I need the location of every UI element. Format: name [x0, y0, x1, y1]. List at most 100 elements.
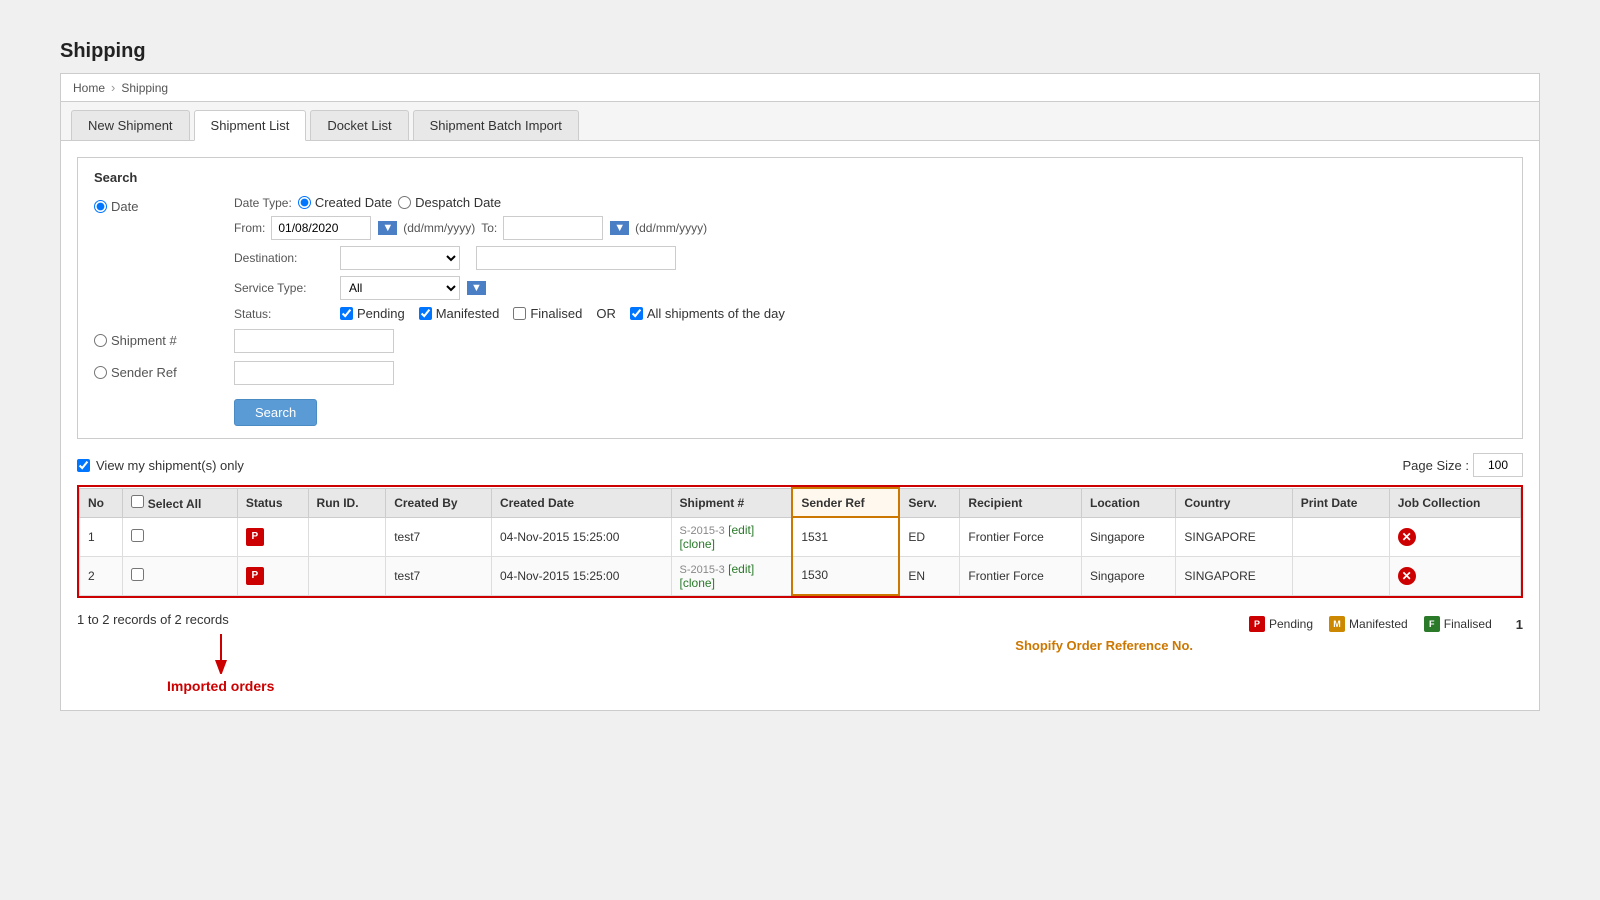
radio-shipment-num[interactable]	[94, 334, 107, 347]
view-options-row: View my shipment(s) only Page Size :	[77, 453, 1523, 477]
edit-link[interactable]: [edit]	[728, 562, 754, 576]
cell-serv: ED	[899, 517, 960, 556]
main-container: New Shipment Shipment List Docket List S…	[60, 101, 1540, 711]
cell-checkbox[interactable]	[123, 517, 237, 556]
legend-pending: P Pending	[1249, 616, 1313, 632]
edit-link[interactable]: [edit]	[728, 523, 754, 537]
cell-serv: EN	[899, 556, 960, 595]
cell-job-collection: ✕	[1389, 556, 1520, 595]
col-shipment-num: Shipment #	[671, 488, 792, 517]
cell-created-date: 04-Nov-2015 15:25:00	[491, 556, 671, 595]
col-country: Country	[1176, 488, 1292, 517]
cell-print-date	[1292, 556, 1389, 595]
sender-ref-input[interactable]	[234, 361, 394, 385]
status-icon: P	[246, 528, 264, 546]
shipment-num-row: Shipment #	[94, 329, 1506, 353]
col-sender-ref: Sender Ref	[792, 488, 899, 517]
table-header-row: No Select All Status Run ID. Created By …	[80, 488, 1521, 517]
legend-pending-icon: P	[1249, 616, 1265, 632]
delete-button[interactable]: ✕	[1398, 528, 1416, 546]
cell-shipment-num: S-2015-3 [edit] [clone]	[671, 556, 792, 595]
shipments-table: No Select All Status Run ID. Created By …	[79, 487, 1521, 596]
cell-country: SINGAPORE	[1176, 517, 1292, 556]
table-row: 2 P test7 04-Nov-2015 15:25:00 S-2015-3 …	[80, 556, 1521, 595]
row-checkbox[interactable]	[131, 529, 144, 542]
status-pending-checkbox[interactable]	[340, 307, 353, 320]
destination-select[interactable]	[340, 246, 460, 270]
cell-recipient: Frontier Force	[960, 517, 1082, 556]
row-checkbox[interactable]	[131, 568, 144, 581]
cell-location: Singapore	[1081, 556, 1175, 595]
date-type-controls: Date Type: Created Date Despatch Date	[234, 195, 785, 210]
date-range-row: From: ▼ (dd/mm/yyyy) To: ▼ (dd/mm/yyyy)	[234, 216, 785, 240]
destination-text-input[interactable]	[476, 246, 676, 270]
col-created-date: Created Date	[491, 488, 671, 517]
legend-finalised-icon: F	[1424, 616, 1440, 632]
cell-location: Singapore	[1081, 517, 1175, 556]
tab-new-shipment[interactable]: New Shipment	[71, 110, 190, 140]
breadcrumb-home[interactable]: Home	[73, 81, 105, 95]
search-button-row: Search	[94, 393, 1506, 426]
service-type-dropdown-indicator: ▼	[467, 281, 486, 295]
col-select-all[interactable]: Select All	[123, 488, 237, 517]
status-row: Status: Pending Manifested	[234, 306, 785, 321]
search-button[interactable]: Search	[234, 399, 317, 426]
radio-sender-ref[interactable]	[94, 366, 107, 379]
radio-date[interactable]	[94, 200, 107, 213]
col-print-date: Print Date	[1292, 488, 1389, 517]
shopify-ref-label: Shopify Order Reference No.	[1015, 638, 1193, 653]
shipments-table-wrapper: No Select All Status Run ID. Created By …	[77, 485, 1523, 598]
clone-link[interactable]: [clone]	[680, 537, 715, 551]
status-icon: P	[246, 567, 264, 585]
from-date-dropdown[interactable]: ▼	[378, 221, 397, 235]
clone-link[interactable]: [clone]	[680, 576, 715, 590]
legend-row: P Pending M Manifested F Finalised 1	[1249, 616, 1523, 632]
table-row: 1 P test7 04-Nov-2015 15:25:00 S-2015-3 …	[80, 517, 1521, 556]
page-size-input[interactable]	[1473, 453, 1523, 477]
tab-shipment-list[interactable]: Shipment List	[194, 110, 307, 141]
annotations-container: Imported orders Shopify Order Reference …	[77, 634, 1523, 694]
col-job-collection: Job Collection	[1389, 488, 1520, 517]
cell-run-id	[308, 556, 386, 595]
annotation-left: Imported orders	[87, 634, 274, 694]
page-size-control: Page Size :	[1403, 453, 1524, 477]
col-created-by: Created By	[386, 488, 492, 517]
tab-docket-list[interactable]: Docket List	[310, 110, 408, 140]
status-all-day-checkbox[interactable]	[630, 307, 643, 320]
sender-ref-row: Sender Ref	[94, 361, 1506, 385]
cell-sender-ref: 1530	[792, 556, 899, 595]
shipment-num-input[interactable]	[234, 329, 394, 353]
to-date-dropdown[interactable]: ▼	[610, 221, 629, 235]
status-finalised-checkbox[interactable]	[513, 307, 526, 320]
tab-shipment-batch-import[interactable]: Shipment Batch Import	[413, 110, 579, 140]
cell-no: 2	[80, 556, 123, 595]
cell-status: P	[237, 556, 308, 595]
content-area: Search Date Date Type:	[61, 141, 1539, 710]
imported-orders-label: Imported orders	[167, 674, 274, 694]
legend-manifested-icon: M	[1329, 616, 1345, 632]
tab-bar: New Shipment Shipment List Docket List S…	[61, 102, 1539, 141]
arrow-down-icon	[211, 634, 231, 674]
service-type-select[interactable]: All	[340, 276, 460, 300]
radio-despatch-date[interactable]	[398, 196, 411, 209]
from-date-input[interactable]	[271, 216, 371, 240]
cell-country: SINGAPORE	[1176, 556, 1292, 595]
select-all-checkbox[interactable]	[131, 495, 144, 508]
cell-shipment-num: S-2015-3 [edit] [clone]	[671, 517, 792, 556]
cell-status: P	[237, 517, 308, 556]
radio-created-date[interactable]	[298, 196, 311, 209]
col-status: Status	[237, 488, 308, 517]
cell-sender-ref: 1531	[792, 517, 899, 556]
delete-button[interactable]: ✕	[1398, 567, 1416, 585]
page-number: 1	[1516, 617, 1523, 632]
legend-manifested: M Manifested	[1329, 616, 1408, 632]
cell-checkbox[interactable]	[123, 556, 237, 595]
search-title: Search	[94, 170, 1506, 185]
col-run-id: Run ID.	[308, 488, 386, 517]
legend-finalised: F Finalised	[1424, 616, 1492, 632]
to-date-input[interactable]	[503, 216, 603, 240]
breadcrumb: Home › Shipping	[60, 73, 1540, 101]
view-my-shipments-checkbox[interactable]	[77, 459, 90, 472]
col-serv: Serv.	[899, 488, 960, 517]
status-manifested-checkbox[interactable]	[419, 307, 432, 320]
